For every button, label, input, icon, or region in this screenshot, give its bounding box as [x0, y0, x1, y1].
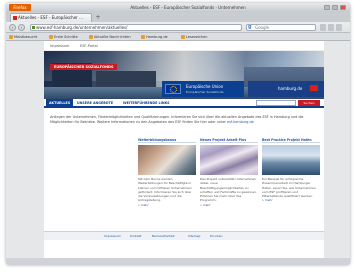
page-footer: Impressum Kontakt Barrierefreiheit Sitem…	[44, 231, 324, 240]
back-button[interactable]: ‹	[9, 24, 16, 31]
bookmark-item[interactable]: Erste Schritte	[49, 33, 78, 40]
site-search-button[interactable]: Suchen	[298, 100, 320, 106]
intro-paragraph: Anliegen der Unternehmen, Fördermöglichk…	[50, 115, 304, 124]
bookmark-item[interactable]: Lesezeichen	[181, 33, 208, 40]
google-icon: g	[248, 24, 252, 30]
footer-link[interactable]: Drucken	[210, 232, 222, 241]
esf-label: EUROPÄISCHER SOZIALFONDS	[50, 64, 118, 70]
nav-weiterfuehrende-links[interactable]: WEITERFÜHRENDE LINKS	[120, 99, 173, 107]
eu-subtitle: Europäischer Sozialfonds	[186, 90, 224, 94]
nav-aktuelles[interactable]: AKTUELLES	[46, 99, 74, 107]
forward-button[interactable]: ›	[18, 24, 25, 31]
search-bar[interactable]: g Google	[246, 24, 316, 31]
search-placeholder: Google	[255, 25, 270, 30]
hamburg-flag-icon	[310, 85, 318, 91]
footer-link[interactable]: Impressum	[104, 232, 121, 241]
page-viewport: Impressum ESF-Portal EUROPÄISCHER SOZIAL…	[6, 41, 350, 258]
intro-link[interactable]: esf-hamburg.de	[227, 120, 254, 124]
bookmark-item[interactable]: Aktuelle Nachrichten	[89, 33, 131, 40]
navigation-toolbar: ‹ › www.esf-hamburg.de/unternehmen/aktue…	[6, 22, 350, 33]
firefox-menu-button[interactable]: Firefox	[9, 4, 31, 11]
desktop-background: Firefox Aktuelles - ESF - Europäischer S…	[0, 0, 356, 275]
nav-unsere-angebote[interactable]: UNSERE ANGEBOTE	[74, 99, 116, 107]
bookmark-item[interactable]: Hamburg.de	[141, 33, 168, 40]
teaser-column: Best Practice Projekt Hafen Ein Beispiel…	[262, 137, 320, 203]
site-identity-icon[interactable]	[32, 26, 35, 29]
teaser-more-link[interactable]: » mehr	[200, 203, 258, 207]
downloads-icon[interactable]	[328, 24, 334, 31]
main-navigation: AKTUELLES UNSERE ANGEBOTE WEITERFÜHRENDE…	[44, 99, 324, 108]
favicon-icon	[13, 16, 17, 20]
link-esf-portal[interactable]: ESF-Portal	[80, 41, 98, 51]
new-tab-button[interactable]: +	[94, 14, 102, 21]
teaser-more-link[interactable]: » mehr	[138, 203, 196, 207]
browser-window: Firefox Aktuelles - ESF - Europäischer S…	[6, 3, 350, 265]
link-impressum[interactable]: Impressum	[50, 41, 69, 51]
maximize-icon[interactable]	[332, 5, 338, 10]
hamburg-logo-box[interactable]: hamburg.de	[248, 81, 324, 97]
tab-bar: Aktuelles - ESF - Europäischer ... +	[6, 12, 350, 22]
url-text: www.esf-hamburg.de/unternehmen/aktuelles…	[36, 25, 128, 30]
close-icon[interactable]	[340, 5, 346, 10]
teaser-image[interactable]	[200, 145, 258, 175]
teaser-text: Mit dem Bonus werden Weiterbildungen für…	[138, 177, 192, 203]
teaser-column: Neues Projekt Arbeit Plus Das Projekt un…	[200, 137, 258, 207]
teaser-title[interactable]: Weiterbildungsbonus	[138, 137, 196, 143]
tab-active[interactable]: Aktuelles - ESF - Europäischer ...	[10, 13, 92, 22]
bookmark-item[interactable]: Meistbesucht	[8, 33, 37, 40]
teaser-title[interactable]: Best Practice Projekt Hafen	[262, 137, 320, 143]
teaser-more-link[interactable]: » mehr	[262, 198, 320, 202]
teaser-image[interactable]	[262, 145, 320, 175]
footer-link[interactable]: Barrierefreiheit	[152, 232, 175, 241]
hamburg-label: hamburg.de	[278, 86, 303, 91]
eu-title: Europäische Union	[186, 84, 224, 89]
tab-title: Aktuelles - ESF - Europäischer ...	[18, 15, 83, 20]
teaser-image[interactable]	[138, 145, 196, 175]
header-banner: EUROPÄISCHER SOZIALFONDS Europäische Uni…	[44, 51, 324, 99]
intro-text: Anliegen der Unternehmen, Fördermöglichk…	[50, 115, 318, 125]
home-icon[interactable]	[320, 24, 326, 31]
web-page: Impressum ESF-Portal EUROPÄISCHER SOZIAL…	[44, 41, 324, 258]
teaser-column: Weiterbildungsbonus Mit dem Bonus werden…	[138, 137, 196, 207]
minimize-icon[interactable]	[324, 5, 330, 10]
address-bar[interactable]: www.esf-hamburg.de/unternehmen/aktuelles…	[30, 24, 242, 31]
bookmarks-toolbar: Meistbesucht Erste Schritte Aktuelle Nac…	[6, 33, 350, 41]
site-search-input[interactable]	[256, 100, 296, 106]
teaser-text: Ein Beispiel für erfolgreiche Zusammenar…	[262, 177, 316, 199]
window-title: Aktuelles - ESF - Europäischer Sozialfon…	[130, 5, 246, 10]
title-bar: Firefox Aktuelles - ESF - Europäischer S…	[6, 3, 350, 12]
eu-logo-box: Europäische Union Europäischer Sozialfon…	[162, 81, 244, 97]
teaser-text: Das Projekt unterstützt Unternehmen dabe…	[200, 177, 257, 203]
footer-link[interactable]: Kontakt	[130, 232, 141, 241]
eu-flag-icon	[165, 84, 181, 94]
teaser-title[interactable]: Neues Projekt Arbeit Plus	[200, 137, 258, 143]
service-links: Impressum ESF-Portal	[44, 41, 324, 51]
addons-icon[interactable]	[336, 24, 342, 31]
footer-link[interactable]: Sitemap	[188, 232, 200, 241]
